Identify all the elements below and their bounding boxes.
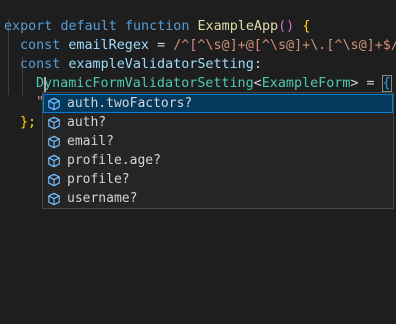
suggestion-item[interactable]: username? — [43, 189, 393, 208]
open-brace: { — [381, 75, 392, 92]
code-line-1: export default function ExampleApp() { — [4, 0, 310, 34]
cube-icon — [48, 173, 60, 186]
suggestion-label: auth? — [67, 115, 107, 130]
cube-icon — [48, 192, 60, 205]
suggestion-label: username? — [67, 191, 138, 206]
suggestion-label: profile.age? — [67, 153, 161, 168]
suggestion-item[interactable]: auth.twoFactors? — [43, 94, 393, 113]
suggestion-label: auth.twoFactors? — [67, 96, 193, 111]
angle-close: > — [350, 76, 359, 91]
suggestion-item[interactable]: email? — [43, 132, 393, 151]
suggestion-item[interactable]: auth? — [43, 113, 393, 132]
cube-icon — [48, 154, 60, 167]
suggestion-widget[interactable]: auth.twoFactors? auth? email? profile.ag… — [42, 92, 394, 209]
angle-open: < — [253, 76, 262, 91]
operator: = — [366, 76, 375, 91]
cube-icon — [48, 135, 60, 148]
code-line-2: const emailRegex = /^[^\s@]+@[^\s@]+\.[^… — [20, 17, 396, 53]
generic-type: ExampleForm — [261, 76, 351, 91]
suggestion-label: profile? — [67, 172, 130, 187]
code-line-3: const exampleValidatorSetting: — [20, 36, 262, 72]
code-editor[interactable]: export default function ExampleApp() { c… — [0, 0, 396, 324]
suggestion-item[interactable]: profile.age? — [43, 151, 393, 170]
suggestion-item[interactable]: profile? — [43, 170, 393, 189]
code-line-7: }; — [20, 94, 36, 130]
close-brace: }; — [20, 115, 37, 130]
cube-icon — [48, 97, 60, 110]
cube-icon — [48, 116, 60, 129]
suggestion-label: email? — [67, 134, 114, 149]
code-line-4: DynamicFormValidatorSetting<ExampleForm>… — [36, 55, 392, 92]
type-name: DynamicFormValidatorSetting — [36, 76, 254, 91]
